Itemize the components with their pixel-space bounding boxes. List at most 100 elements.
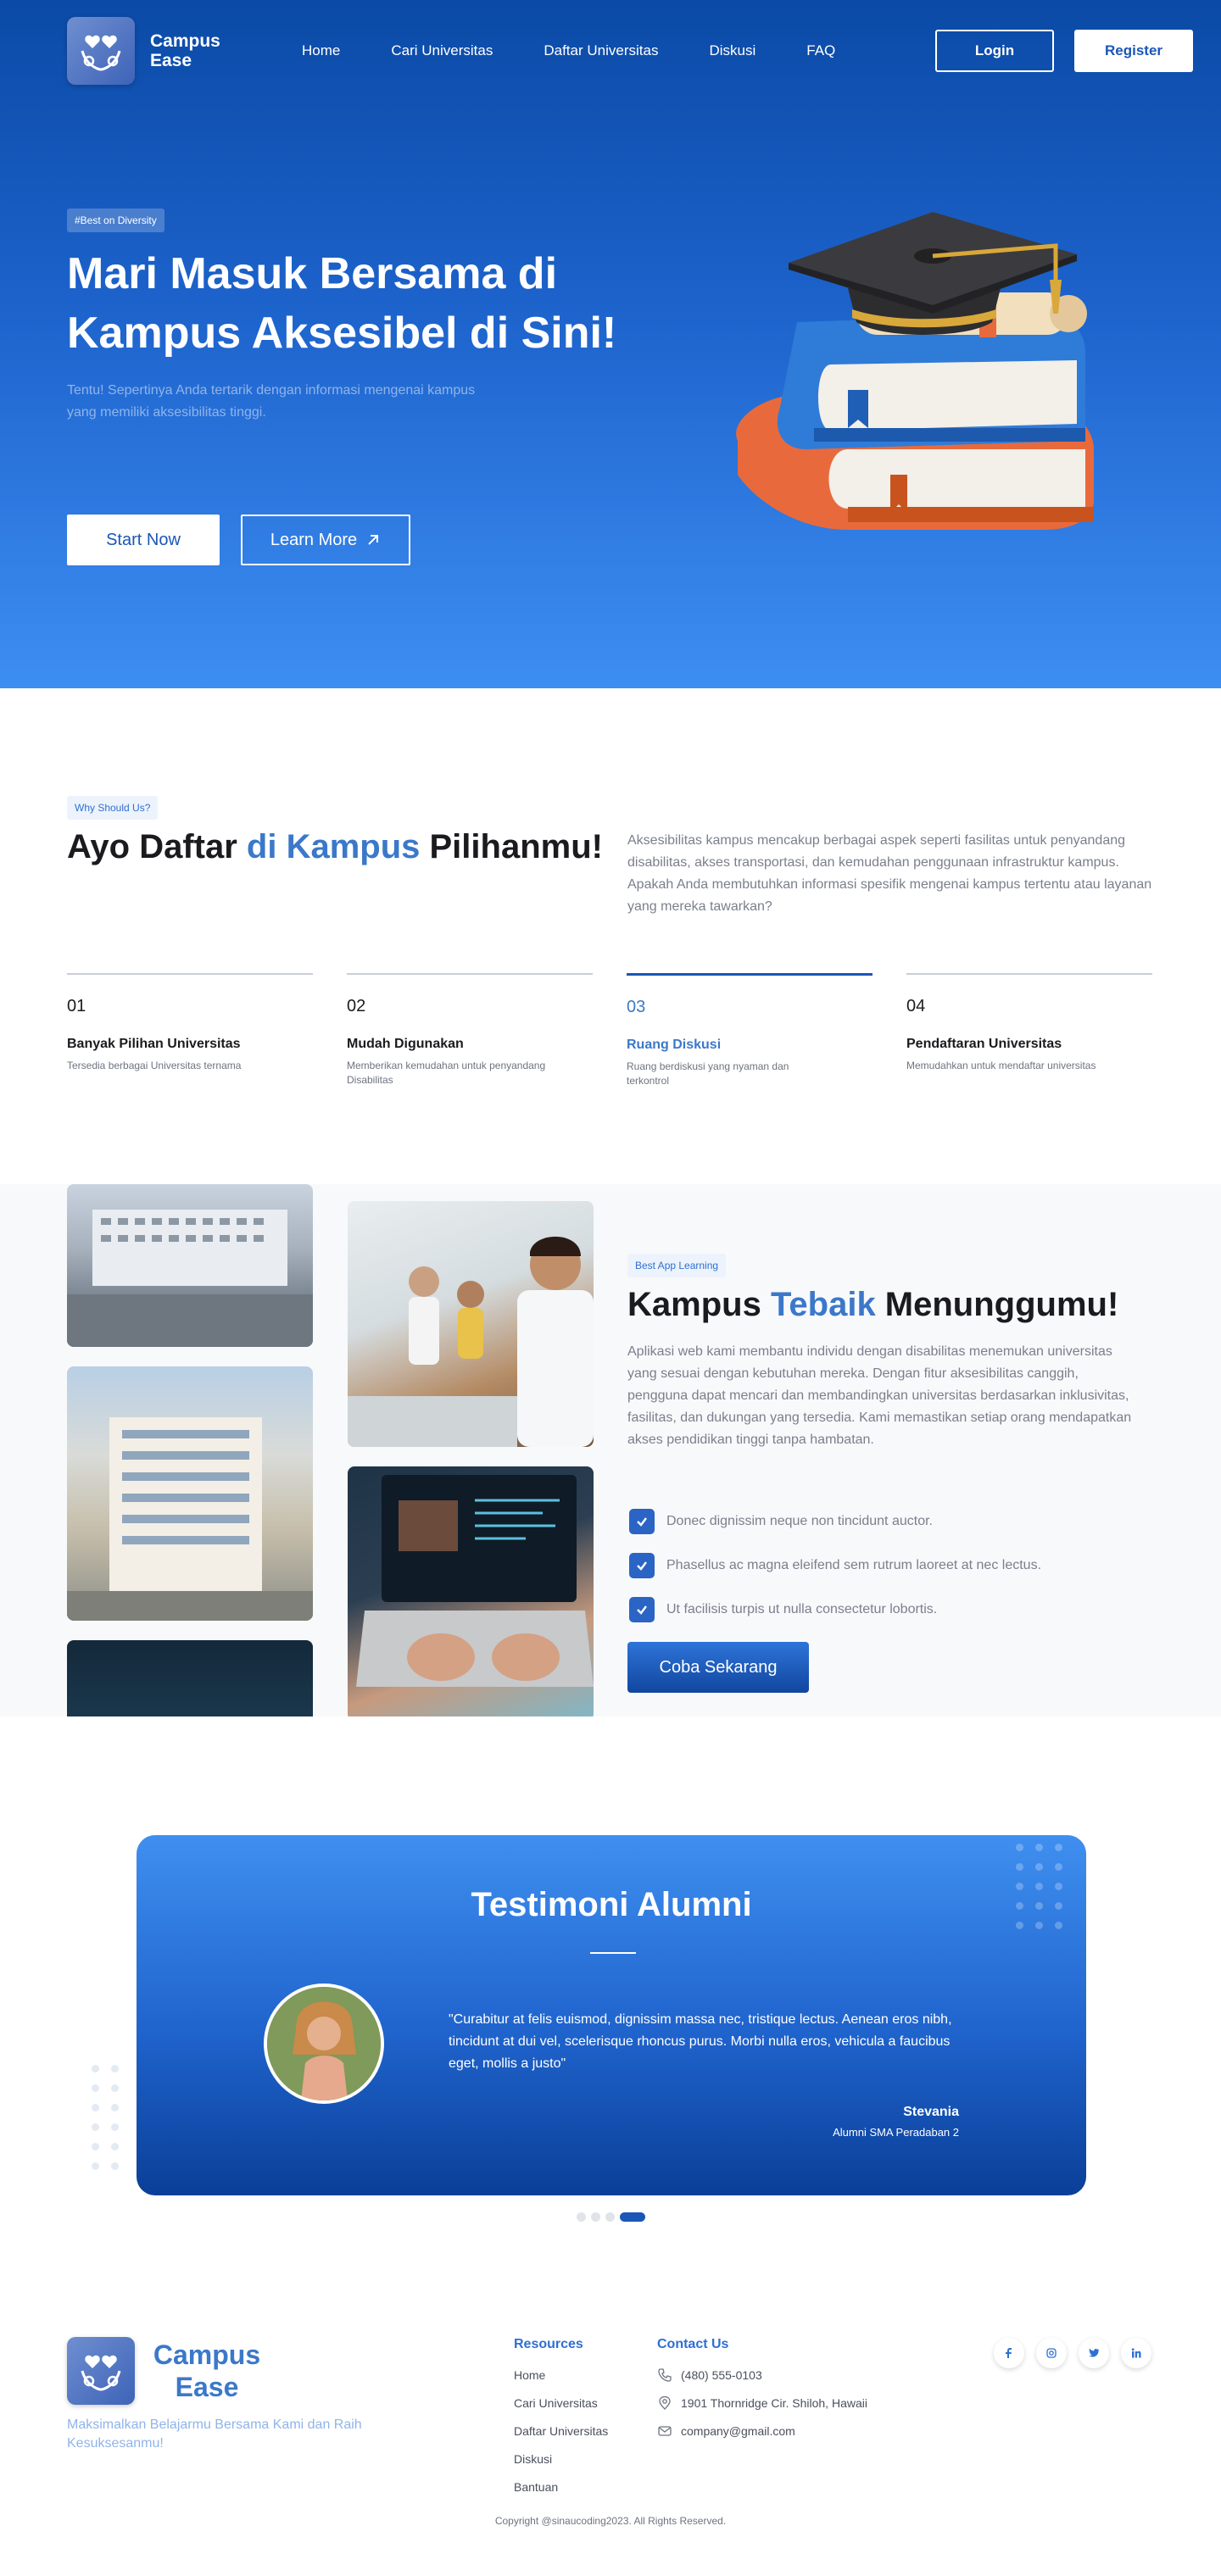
why-description: Aksesibilitas kampus mencakup berbagai a… — [627, 833, 1152, 914]
nav-link-home[interactable]: Home — [302, 42, 340, 59]
checklist-text: Ut facilisis turpis ut nulla consectetur… — [666, 1602, 938, 1616]
footer-link-cari-universitas[interactable]: Cari Universitas — [514, 2389, 608, 2417]
carousel-dot[interactable] — [577, 2212, 586, 2222]
logo-mark-icon — [67, 17, 135, 85]
hero-title: Mari Masuk Bersama di Kampus Aksesibel d… — [67, 249, 617, 358]
step-number: 02 — [347, 997, 366, 1015]
logo-text: Campus Ease — [150, 31, 235, 70]
laptop-coding-photo — [348, 1466, 594, 1716]
contact-email-text: company@gmail.com — [681, 2423, 795, 2438]
twitter-icon[interactable] — [1079, 2338, 1109, 2368]
avatar — [264, 1983, 384, 2104]
feature-step[interactable]: 02 Mudah Digunakan Memberikan kemudahan … — [347, 973, 593, 1088]
step-title: Ruang Diskusi — [627, 1038, 722, 1052]
step-title: Pendaftaran Universitas — [906, 1037, 1062, 1051]
check-icon — [629, 1509, 655, 1534]
coding-screen-photo — [67, 1640, 313, 1716]
about-title-part1: Kampus — [627, 1286, 771, 1323]
contact-address-text: 1901 Thornridge Cir. Shiloh, Hawaii — [681, 2395, 867, 2410]
why-title-part1: Ayo Daftar — [67, 828, 247, 865]
check-icon — [629, 1597, 655, 1622]
footer-logo-line2: Ease — [175, 2372, 239, 2402]
step-text: Ruang berdiskusi yang nyaman dan terkont… — [627, 1060, 789, 1087]
campus-tower-photo — [67, 1366, 313, 1621]
why-section: Why Should Us? Ayo Daftar di Kampus Pili… — [0, 688, 1221, 1184]
checklist-item: Ut facilisis turpis ut nulla consectetur… — [629, 1588, 1041, 1632]
about-section: Best App Learning Kampus Tebaik Menunggu… — [0, 1184, 1221, 1716]
learn-more-label: Learn More — [270, 530, 358, 549]
check-icon — [629, 1553, 655, 1578]
hero-badge: #Best on Diversity — [67, 209, 164, 232]
hero-subtitle: Tentu! Sepertinya Anda tertarik dengan i… — [67, 383, 476, 420]
linkedin-icon[interactable] — [1121, 2338, 1151, 2368]
feature-step[interactable]: 04 Pendaftaran Universitas Memudahkan un… — [906, 973, 1152, 1088]
nav-links: Home Cari Universitas Daftar Universitas… — [302, 42, 835, 59]
nav-link-faq[interactable]: FAQ — [806, 42, 835, 59]
contact-phone[interactable]: (480) 555-0103 — [657, 2361, 867, 2389]
start-now-button[interactable]: Start Now — [67, 515, 220, 565]
carousel-dot[interactable] — [605, 2212, 615, 2222]
students-discussion-photo — [348, 1201, 594, 1447]
carousel-dot-active[interactable] — [620, 2212, 645, 2222]
footer-link-daftar-universitas[interactable]: Daftar Universitas — [514, 2417, 608, 2445]
resources-heading: Resources — [514, 2337, 583, 2351]
try-now-button[interactable]: Coba Sekarang — [627, 1642, 809, 1693]
learn-more-button[interactable]: Learn More — [241, 515, 410, 565]
contact-phone-text: (480) 555-0103 — [681, 2367, 762, 2382]
step-text: Tersedia berbagai Universitas ternama — [67, 1060, 242, 1071]
nav-link-cari-universitas[interactable]: Cari Universitas — [391, 42, 493, 59]
why-title-highlight: di Kampus — [246, 828, 421, 865]
register-button[interactable]: Register — [1074, 30, 1193, 72]
nav-link-daftar-universitas[interactable]: Daftar Universitas — [544, 42, 658, 59]
graduation-books-illustration — [736, 212, 1094, 530]
mail-icon — [658, 2425, 672, 2436]
nav-link-diskusi[interactable]: Diskusi — [709, 42, 755, 59]
instagram-icon[interactable] — [1036, 2338, 1067, 2368]
footer-logo-line1: Campus — [153, 2340, 261, 2370]
step-text: Memudahkan untuk mendaftar universitas — [906, 1060, 1096, 1071]
step-number: 04 — [906, 997, 926, 1015]
testimonial-section: Testimoni Alumni "Curabitur at felis eui… — [0, 1716, 1221, 2276]
copyright: Copyright @sinaucoding2023. All Rights R… — [494, 2515, 727, 2527]
feature-checklist: Donec dignissim neque non tincidunt auct… — [629, 1499, 1041, 1632]
feature-steps: 01 Banyak Pilihan Universitas Tersedia b… — [67, 973, 1152, 1088]
step-title: Banyak Pilihan Universitas — [67, 1037, 241, 1051]
carousel-dot[interactable] — [591, 2212, 600, 2222]
step-title: Mudah Digunakan — [347, 1037, 464, 1051]
contact-list: (480) 555-0103 1901 Thornridge Cir. Shil… — [657, 2361, 867, 2445]
contact-heading: Contact Us — [657, 2337, 729, 2351]
about-title-highlight: Tebaik — [770, 1286, 876, 1323]
testimonial-card: Testimoni Alumni "Curabitur at felis eui… — [137, 1835, 1086, 2195]
login-button[interactable]: Login — [935, 30, 1054, 72]
why-badge: Why Should Us? — [67, 796, 159, 820]
feature-step-active[interactable]: 03 Ruang Diskusi Ruang berdiskusi yang n… — [627, 973, 873, 1088]
logo[interactable]: Campus Ease — [67, 17, 235, 85]
top-nav: Campus Ease Home Cari Universitas Daftar… — [67, 17, 1193, 85]
contact-email[interactable]: company@gmail.com — [657, 2417, 867, 2445]
carousel-pagination — [577, 2212, 645, 2222]
footer-link-home[interactable]: Home — [514, 2361, 608, 2389]
campus-building-photo — [67, 1184, 313, 1347]
footer-logo-text: Campus Ease — [143, 2339, 270, 2403]
location-pin-icon — [659, 2395, 671, 2410]
footer: Campus Ease Maksimalkan Belajarmu Bersam… — [0, 2276, 1221, 2576]
checklist-text: Donec dignissim neque non tincidunt auct… — [666, 1514, 933, 1528]
logo-text-line2: Ease — [150, 51, 192, 70]
checklist-item: Phasellus ac magna eleifend sem rutrum l… — [629, 1544, 1041, 1588]
resources-list: Home Cari Universitas Daftar Universitas… — [514, 2361, 608, 2501]
footer-link-diskusi[interactable]: Diskusi — [514, 2445, 608, 2473]
why-title-part2: Pilihanmu! — [420, 828, 603, 865]
feature-step[interactable]: 01 Banyak Pilihan Universitas Tersedia b… — [67, 973, 313, 1088]
footer-tagline: Maksimalkan Belajarmu Bersama Kami dan R… — [67, 2417, 362, 2451]
about-badge: Best App Learning — [627, 1254, 727, 1277]
footer-link-bantuan[interactable]: Bantuan — [514, 2473, 608, 2501]
contact-address[interactable]: 1901 Thornridge Cir. Shiloh, Hawaii — [657, 2389, 867, 2417]
arrow-up-right-icon — [368, 535, 379, 545]
dot-pattern-decoration — [92, 2065, 119, 2170]
testimonial-author-role: Alumni SMA Peradaban 2 — [833, 2126, 959, 2139]
footer-logo[interactable]: Campus Ease — [67, 2337, 270, 2405]
testimonial-title: Testimoni Alumni — [471, 1886, 752, 1923]
facebook-icon[interactable] — [994, 2338, 1024, 2368]
step-number: 03 — [627, 998, 646, 1016]
step-text: Memberikan kemudahan untuk penyandang Di… — [347, 1060, 546, 1086]
